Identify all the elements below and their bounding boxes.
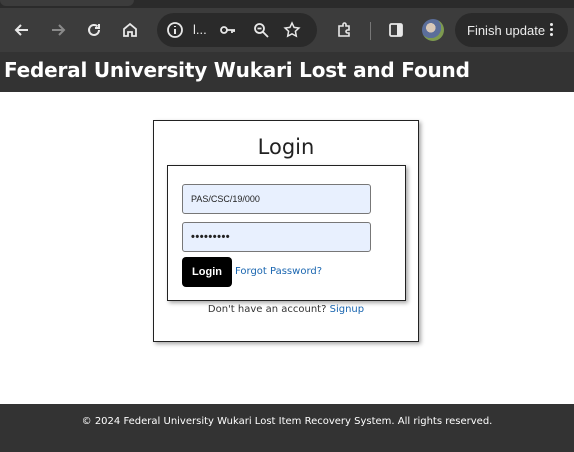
username-field[interactable]: PAS/CSC/19/000	[182, 184, 371, 214]
side-panel-icon[interactable]	[382, 16, 410, 44]
site-info-icon[interactable]	[166, 21, 184, 39]
home-icon[interactable]	[116, 16, 144, 44]
site-header: Federal University Wukari Lost and Found	[0, 52, 574, 92]
login-panel: Login PAS/CSC/19/000 ••••••••• Login For…	[153, 120, 419, 342]
finish-update-label: Finish update	[467, 22, 546, 38]
login-button[interactable]: Login	[182, 257, 232, 287]
forward-icon[interactable]	[44, 16, 72, 44]
star-icon[interactable]	[283, 21, 301, 39]
browser-chrome: l... Finish update	[0, 0, 574, 60]
password-field[interactable]: •••••••••	[182, 222, 371, 252]
site-footer: © 2024 Federal University Wukari Lost It…	[0, 404, 574, 452]
key-icon[interactable]	[219, 21, 237, 39]
reload-icon[interactable]	[80, 16, 108, 44]
tab-strip	[0, 0, 574, 8]
footer-copyright: © 2024 Federal University Wukari Lost It…	[81, 416, 493, 427]
browser-toolbar: l... Finish update	[0, 8, 574, 52]
active-tab[interactable]	[0, 0, 134, 6]
login-form: PAS/CSC/19/000 ••••••••• Login Forgot Pa…	[167, 165, 406, 301]
signup-line: Don't have an account? Signup	[154, 304, 418, 315]
site-title: Federal University Wukari Lost and Found	[4, 58, 470, 82]
profile-avatar[interactable]	[422, 19, 444, 41]
signup-link[interactable]: Signup	[330, 304, 365, 315]
url-text[interactable]: l...	[193, 22, 207, 37]
back-icon[interactable]	[8, 16, 36, 44]
address-bar[interactable]: l...	[157, 13, 317, 47]
extensions-icon[interactable]	[330, 16, 358, 44]
zoom-icon[interactable]	[252, 21, 270, 39]
toolbar-divider	[370, 22, 371, 40]
forgot-password-link[interactable]: Forgot Password?	[235, 266, 322, 277]
finish-update-button[interactable]: Finish update	[455, 13, 568, 47]
login-heading: Login	[257, 135, 315, 159]
more-menu-icon[interactable]	[550, 23, 554, 37]
signup-prompt: Don't have an account?	[207, 304, 327, 315]
